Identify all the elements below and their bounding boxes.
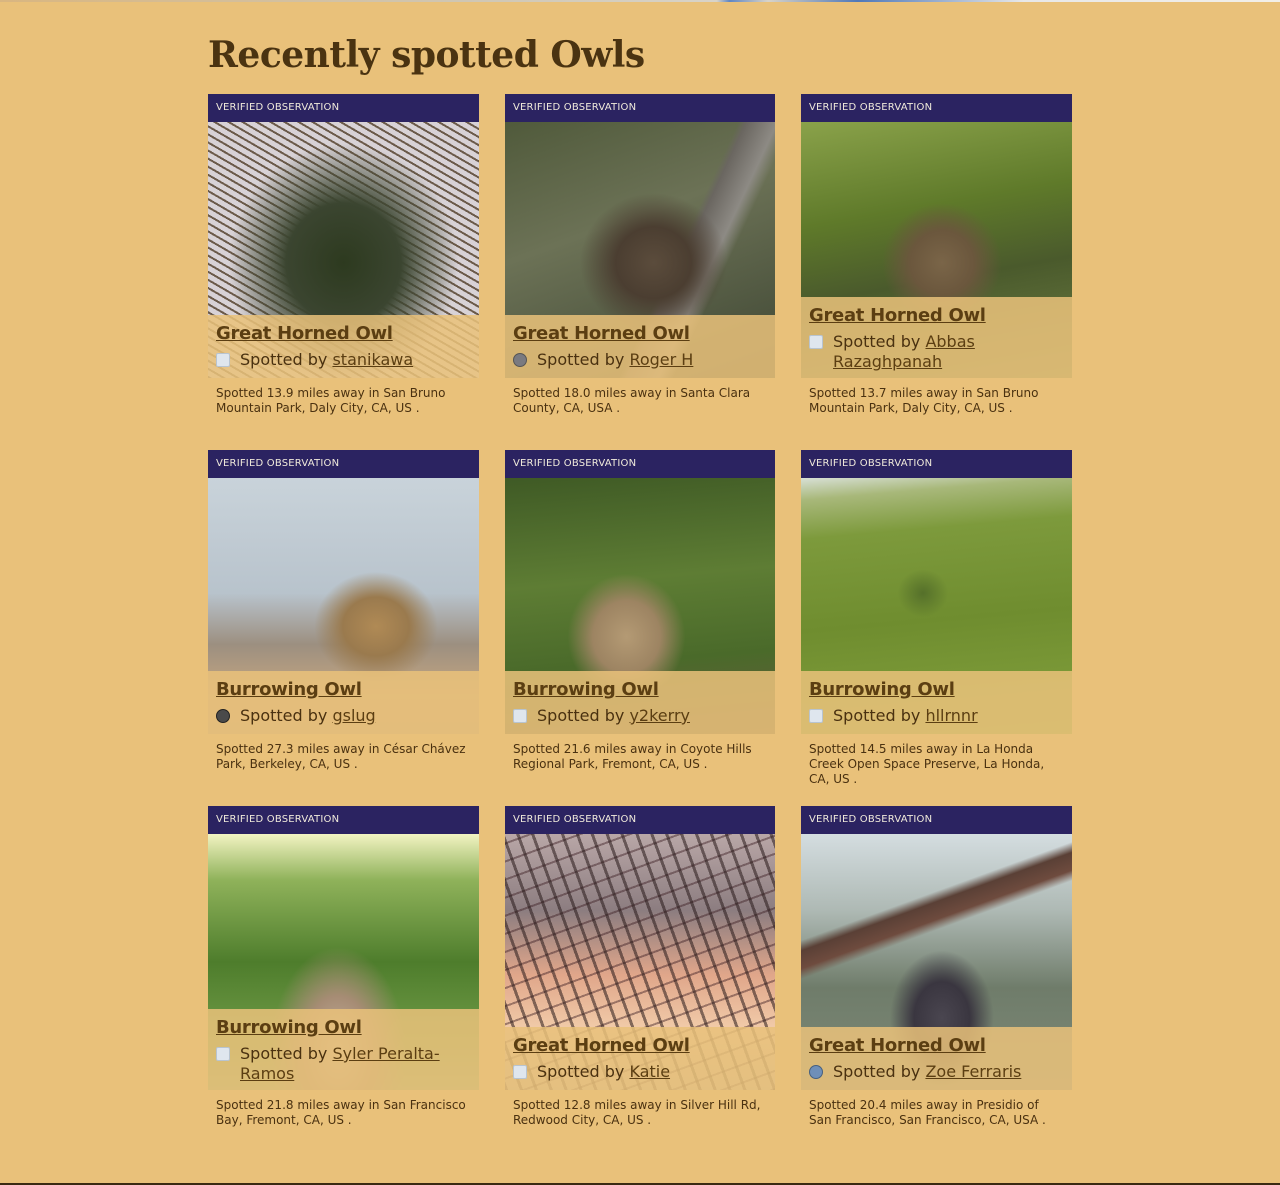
spotter-line: Spotted by gslug [216, 706, 471, 726]
observation-card[interactable]: VERIFIED OBSERVATION Great Horned Owl Sp… [208, 94, 479, 418]
location-text: Spotted 20.4 miles away in Presidio of S… [809, 1098, 1046, 1127]
observation-card[interactable]: VERIFIED OBSERVATION Great Horned Owl Sp… [801, 806, 1072, 1130]
observation-card[interactable]: VERIFIED OBSERVATION Great Horned Owl Sp… [505, 806, 775, 1130]
avatar [809, 335, 823, 349]
card-overlay: Great Horned Owl Spotted by Katie [505, 1027, 775, 1090]
observation-card[interactable]: VERIFIED OBSERVATION Burrowing Owl Spott… [801, 450, 1072, 786]
owl-photo[interactable]: Great Horned Owl Spotted by Katie [505, 834, 775, 1090]
location-text: Spotted 13.7 miles away in San Bruno Mou… [809, 386, 1039, 415]
species-link[interactable]: Burrowing Owl [809, 677, 1064, 703]
avatar [513, 709, 527, 723]
species-link[interactable]: Burrowing Owl [216, 677, 471, 703]
spotter-line: Spotted by Syler Peralta-Ramos [216, 1044, 471, 1084]
browser-top-strip [0, 0, 1280, 2]
verified-badge: VERIFIED OBSERVATION [505, 94, 775, 122]
spotted-by-label: Spotted by [833, 332, 926, 351]
spotter-link[interactable]: gslug [332, 706, 375, 725]
verified-badge: VERIFIED OBSERVATION [505, 806, 775, 834]
location-text: Spotted 14.5 miles away in La Honda Cree… [809, 742, 1045, 786]
verified-badge: VERIFIED OBSERVATION [208, 806, 479, 834]
avatar [809, 1065, 823, 1079]
avatar [809, 709, 823, 723]
species-link[interactable]: Burrowing Owl [216, 1015, 471, 1041]
location-text: Spotted 27.3 miles away in César Chávez … [216, 742, 466, 771]
spotter-line: Spotted by hllrnnr [809, 706, 1064, 726]
spotted-by-label: Spotted by [240, 706, 333, 725]
location-text: Spotted 21.6 miles away in Coyote Hills … [513, 742, 752, 771]
location-text: Spotted 13.9 miles away in San Bruno Mou… [216, 386, 446, 415]
owl-photo[interactable]: Great Horned Owl Spotted by Zoe Ferraris [801, 834, 1072, 1090]
verified-badge: VERIFIED OBSERVATION [801, 806, 1072, 834]
spotted-by-label: Spotted by [537, 1062, 630, 1081]
owl-photo[interactable]: Great Horned Owl Spotted by Abbas Razagh… [801, 122, 1072, 378]
species-link[interactable]: Great Horned Owl [513, 321, 767, 347]
verified-badge: VERIFIED OBSERVATION [801, 94, 1072, 122]
species-link[interactable]: Burrowing Owl [513, 677, 767, 703]
observation-card[interactable]: VERIFIED OBSERVATION Great Horned Owl Sp… [505, 94, 775, 418]
avatar [216, 353, 230, 367]
observation-card[interactable]: VERIFIED OBSERVATION Burrowing Owl Spott… [208, 450, 479, 774]
spotted-by-label: Spotted by [240, 1044, 333, 1063]
avatar [513, 1065, 527, 1079]
card-overlay: Great Horned Owl Spotted by Roger H [505, 315, 775, 378]
spotter-link[interactable]: hllrnnr [925, 706, 977, 725]
spotter-link[interactable]: y2kerry [629, 706, 690, 725]
species-link[interactable]: Great Horned Owl [216, 321, 471, 347]
spotter-link[interactable]: Roger H [629, 350, 693, 369]
spotter-link[interactable]: Katie [629, 1062, 670, 1081]
owl-observation-grid: VERIFIED OBSERVATION Great Horned Owl Sp… [208, 94, 1072, 1130]
spotter-link[interactable]: stanikawa [332, 350, 413, 369]
spotted-by-label: Spotted by [833, 1062, 926, 1081]
card-overlay: Burrowing Owl Spotted by gslug [208, 671, 479, 734]
species-link[interactable]: Great Horned Owl [513, 1033, 767, 1059]
location-text: Spotted 12.8 miles away in Silver Hill R… [513, 1098, 761, 1127]
spotter-line: Spotted by Roger H [513, 350, 767, 370]
page-title: Recently spotted Owls [208, 34, 645, 76]
verified-badge: VERIFIED OBSERVATION [505, 450, 775, 478]
spotted-by-label: Spotted by [537, 706, 630, 725]
owl-photo[interactable]: Burrowing Owl Spotted by hllrnnr [801, 478, 1072, 734]
observation-card[interactable]: VERIFIED OBSERVATION Burrowing Owl Spott… [208, 806, 479, 1130]
card-overlay: Burrowing Owl Spotted by Syler Peralta-R… [208, 1009, 479, 1090]
avatar [216, 709, 230, 723]
avatar [216, 1047, 230, 1061]
card-overlay: Burrowing Owl Spotted by hllrnnr [801, 671, 1072, 734]
spotted-by-label: Spotted by [833, 706, 926, 725]
location-text: Spotted 18.0 miles away in Santa Clara C… [513, 386, 751, 415]
owl-photo[interactable]: Burrowing Owl Spotted by gslug [208, 478, 479, 734]
spotter-line: Spotted by Katie [513, 1062, 767, 1082]
card-overlay: Burrowing Owl Spotted by y2kerry [505, 671, 775, 734]
verified-badge: VERIFIED OBSERVATION [208, 94, 479, 122]
location-text: Spotted 21.8 miles away in San Francisco… [216, 1098, 466, 1127]
spotter-line: Spotted by Zoe Ferraris [809, 1062, 1064, 1082]
species-link[interactable]: Great Horned Owl [809, 1033, 1064, 1059]
verified-badge: VERIFIED OBSERVATION [208, 450, 479, 478]
spotter-link[interactable]: Zoe Ferraris [925, 1062, 1021, 1081]
spotter-line: Spotted by stanikawa [216, 350, 471, 370]
spotted-by-label: Spotted by [537, 350, 630, 369]
card-overlay: Great Horned Owl Spotted by stanikawa [208, 315, 479, 378]
owl-photo[interactable]: Great Horned Owl Spotted by Roger H [505, 122, 775, 378]
card-overlay: Great Horned Owl Spotted by Abbas Razagh… [801, 297, 1072, 378]
owl-photo[interactable]: Burrowing Owl Spotted by Syler Peralta-R… [208, 834, 479, 1090]
card-overlay: Great Horned Owl Spotted by Zoe Ferraris [801, 1027, 1072, 1090]
verified-badge: VERIFIED OBSERVATION [801, 450, 1072, 478]
observation-card[interactable]: VERIFIED OBSERVATION Burrowing Owl Spott… [505, 450, 775, 774]
avatar [513, 353, 527, 367]
owl-photo[interactable]: Great Horned Owl Spotted by stanikawa [208, 122, 479, 378]
spotter-line: Spotted by y2kerry [513, 706, 767, 726]
species-link[interactable]: Great Horned Owl [809, 303, 1064, 329]
spotted-by-label: Spotted by [240, 350, 333, 369]
owl-photo[interactable]: Burrowing Owl Spotted by y2kerry [505, 478, 775, 734]
observation-card[interactable]: VERIFIED OBSERVATION Great Horned Owl Sp… [801, 94, 1072, 418]
spotter-line: Spotted by Abbas Razaghpanah [809, 332, 1064, 372]
